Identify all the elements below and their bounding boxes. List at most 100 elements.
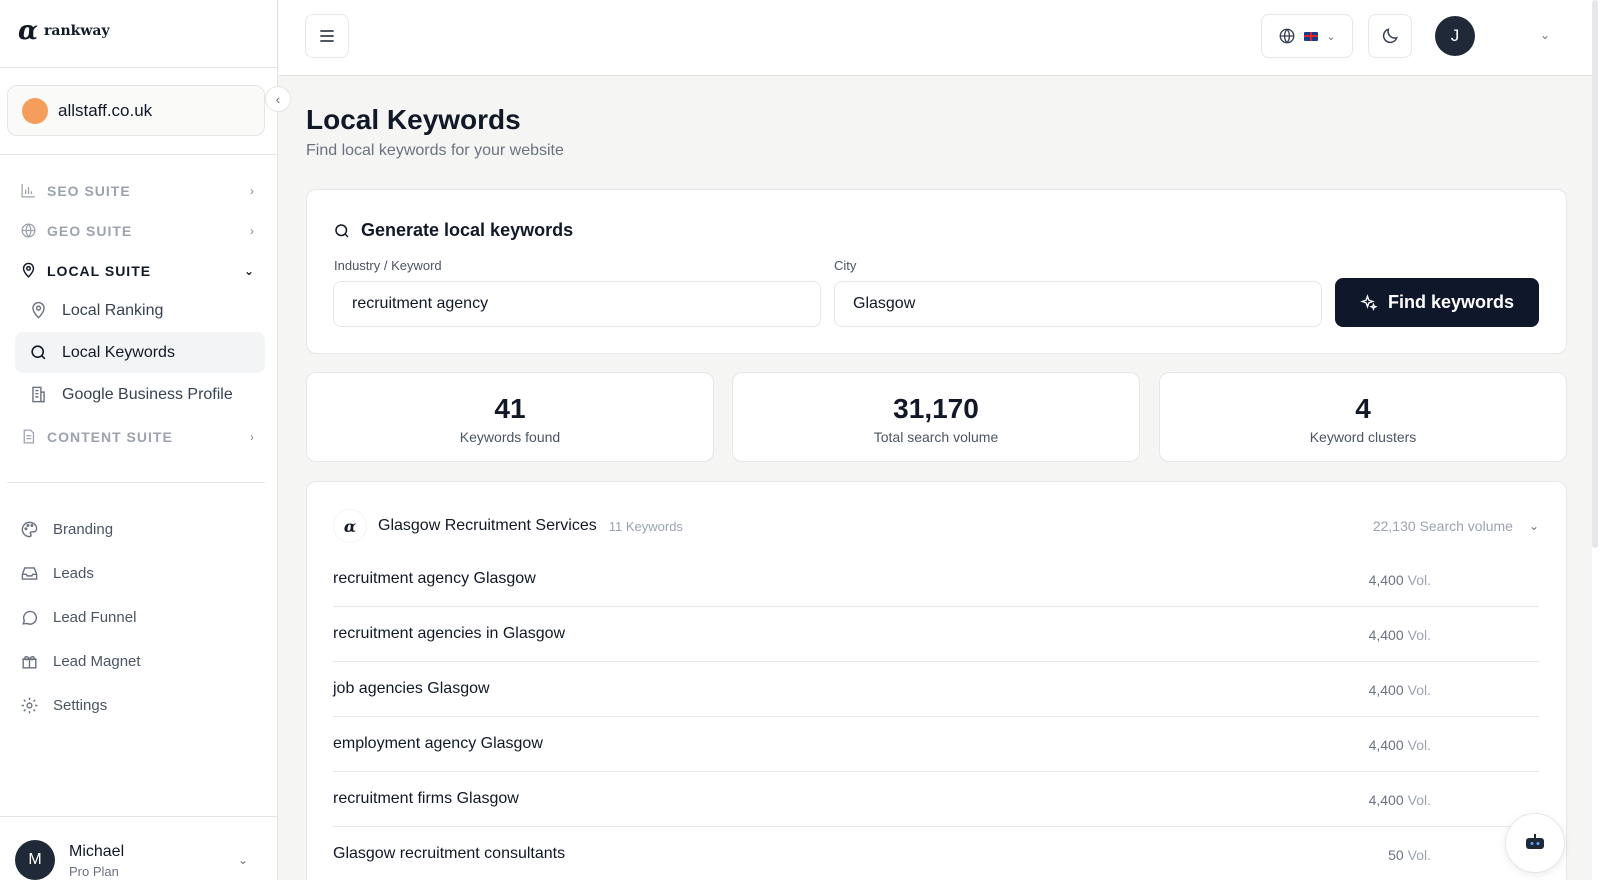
nav-item-leads[interactable]: Leads [20, 564, 94, 583]
keyword-volume-value: 50 [1388, 847, 1404, 863]
theme-toggle-button[interactable] [1368, 14, 1412, 58]
divider [0, 67, 278, 68]
user-avatar: M [15, 840, 55, 880]
keyword-text: Glasgow recruitment consultants [333, 845, 566, 862]
city-label: City [834, 258, 857, 273]
nav-section-label: CONTENT SUITE [47, 428, 173, 445]
nav-section-label: LOCAL SUITE [47, 262, 152, 279]
sidebar-collapse-button[interactable]: ‹ [265, 86, 291, 112]
brand-name: rankway [44, 23, 110, 39]
chevron-left-icon: ‹ [275, 91, 281, 107]
keyword-volume: 4,400 Vol. [1369, 737, 1431, 753]
stat-card-keyword-clusters: 4 Keyword clusters [1159, 372, 1567, 462]
palette-icon [21, 521, 38, 538]
keyword-row[interactable]: Glasgow recruitment consultants 50 Vol. [333, 827, 1539, 880]
divider [7, 482, 265, 483]
page-title: Local Keywords [306, 104, 521, 135]
map-pin-icon [32, 301, 45, 319]
nav-item-lead-magnet[interactable]: Lead Magnet [20, 652, 141, 671]
user-name: Michael [69, 843, 125, 860]
keyword-text: recruitment agency Glasgow [333, 570, 536, 587]
search-icon [31, 345, 46, 360]
keyword-volume-value: 4,400 [1368, 737, 1404, 753]
keyword-volume-value: 4,400 [1368, 682, 1404, 698]
nav-item-lead-funnel[interactable]: Lead Funnel [20, 608, 136, 627]
site-selector[interactable]: allstaff.co.uk [7, 85, 265, 136]
nav-item-settings[interactable]: Settings [20, 696, 107, 715]
scrollbar[interactable] [1592, 0, 1600, 880]
globe-icon [1279, 28, 1295, 44]
brand-logo[interactable]: α rankway [18, 18, 110, 44]
stat-card-total-search-volume: 31,170 Total search volume [732, 372, 1140, 462]
stat-label: Keywords found [459, 429, 561, 445]
menu-button[interactable] [305, 14, 349, 58]
stat-label: Keyword clusters [1309, 429, 1417, 445]
keyword-volume-unit: Vol. [1407, 847, 1431, 863]
chevron-down-icon[interactable]: ⌄ [1540, 28, 1550, 42]
keyword-volume-unit: Vol. [1407, 682, 1431, 698]
moon-icon [1382, 28, 1398, 44]
stat-label: Total search volume [873, 429, 999, 445]
stat-value: 4 [1355, 393, 1371, 424]
industry-label: Industry / Keyword [334, 258, 442, 273]
gift-icon [22, 655, 37, 669]
keyword-volume-value: 4,400 [1368, 572, 1404, 588]
language-selector[interactable]: ⌄ [1261, 14, 1353, 58]
chevron-right-icon: › [250, 223, 255, 238]
chevron-down-icon: ⌄ [1326, 30, 1336, 43]
scrollbar-thumb[interactable] [1592, 0, 1598, 548]
cluster-name: Glasgow Recruitment Services [378, 517, 597, 534]
cluster-header[interactable]: α Glasgow Recruitment Services 11 Keywor… [333, 506, 1539, 546]
robot-icon [1526, 834, 1544, 849]
document-icon [23, 429, 35, 444]
building-icon [32, 386, 45, 403]
nav-item-local-keywords[interactable]: Local Keywords [15, 332, 265, 373]
sidebar: α rankway allstaff.co.uk SEO SUITE › GEO… [0, 0, 278, 880]
divider [0, 154, 278, 155]
keyword-volume: 4,400 Vol. [1369, 572, 1431, 588]
industry-input[interactable] [333, 281, 821, 327]
chevron-down-icon[interactable]: ⌄ [1529, 519, 1539, 533]
keyword-row[interactable]: recruitment firms Glasgow 4,400 Vol. [333, 772, 1539, 827]
nav-item-label: Lead Funnel [53, 609, 137, 626]
top-header: ⌄ J ⌄ [279, 0, 1592, 76]
nav-item-google-business-profile[interactable]: Google Business Profile [15, 374, 265, 415]
stat-value: 31,170 [893, 393, 979, 424]
city-input[interactable] [834, 281, 1322, 327]
site-name: allstaff.co.uk [58, 100, 153, 120]
nav-section-local-suite[interactable]: LOCAL SUITE ⌄ [20, 262, 255, 279]
keyword-row[interactable]: recruitment agency Glasgow 4,400 Vol. [333, 552, 1539, 607]
hamburger-icon [320, 30, 334, 42]
keyword-row[interactable]: job agencies Glasgow 4,400 Vol. [333, 662, 1539, 717]
keyword-row[interactable]: employment agency Glasgow 4,400 Vol. [333, 717, 1539, 772]
nav-section-content-suite[interactable]: CONTENT SUITE › [20, 428, 255, 445]
card-title-text: Generate local keywords [361, 220, 574, 240]
keyword-volume: 50 Vol. [1388, 847, 1431, 863]
nav-section-geo-suite[interactable]: GEO SUITE › [20, 222, 255, 239]
keyword-text: employment agency Glasgow [333, 735, 543, 752]
keyword-text: recruitment agencies in Glasgow [333, 625, 566, 642]
globe-icon [21, 223, 36, 238]
nav-item-label: Settings [53, 697, 108, 714]
nav-item-local-ranking[interactable]: Local Ranking [15, 290, 265, 331]
search-icon [335, 223, 349, 238]
keyword-volume: 4,400 Vol. [1369, 682, 1431, 698]
nav-item-label: Branding [53, 521, 114, 538]
uk-flag-icon [1304, 31, 1319, 41]
keyword-volume-unit: Vol. [1407, 572, 1431, 588]
nav-section-seo-suite[interactable]: SEO SUITE › [20, 182, 255, 199]
cluster-search-volume: 22,130 Search volume [1372, 518, 1513, 534]
keyword-volume-unit: Vol. [1407, 737, 1431, 753]
generate-keywords-card: Generate local keywords Industry / Keywo… [306, 189, 1567, 354]
keyword-row[interactable]: recruitment agencies in Glasgow 4,400 Vol… [333, 607, 1539, 662]
account-avatar[interactable]: J [1435, 16, 1475, 56]
chevron-right-icon: › [250, 429, 255, 444]
nav-item-label: Google Business Profile [62, 385, 233, 403]
inbox-icon [21, 567, 38, 580]
keyword-volume-value: 4,400 [1368, 792, 1404, 808]
nav-item-branding[interactable]: Branding [20, 520, 113, 539]
find-keywords-button[interactable]: Find keywords [1335, 278, 1539, 327]
chat-assistant-button[interactable] [1505, 813, 1565, 873]
nav-item-label: Local Ranking [62, 301, 164, 319]
user-menu[interactable]: M Michael Pro Plan ⌄ [0, 816, 278, 880]
